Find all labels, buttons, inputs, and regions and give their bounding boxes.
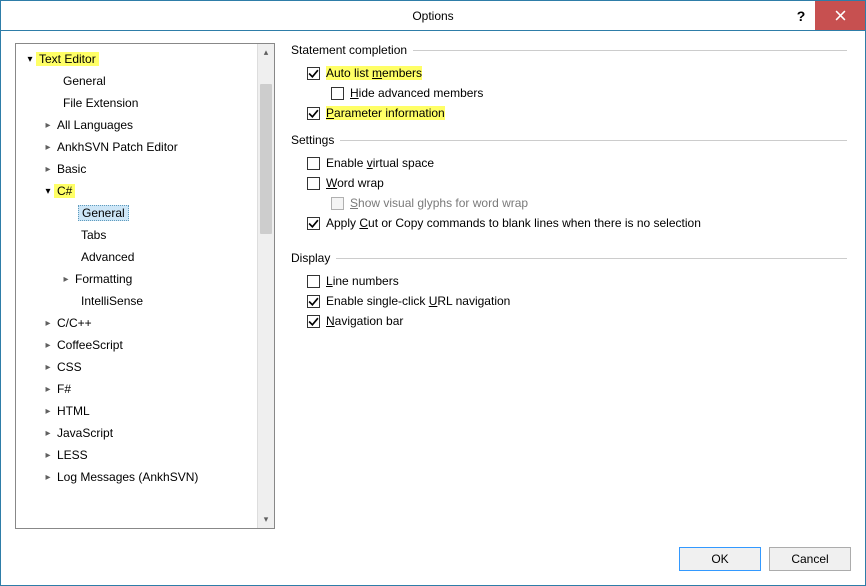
group-legend: Settings [289, 133, 340, 147]
tree-item-less[interactable]: ▸LESS [16, 444, 257, 466]
expand-icon[interactable]: ▸ [42, 384, 54, 395]
group-statement-completion: Statement completion Auto list members H… [289, 43, 847, 123]
tree-item-css[interactable]: ▸CSS [16, 356, 257, 378]
label-virtual-space[interactable]: Enable virtual space [326, 156, 434, 170]
window-title: Options [412, 9, 453, 23]
window-controls: ? [787, 1, 865, 30]
checkbox-visual-glyphs [331, 197, 344, 210]
tree-item-csharp-tabs[interactable]: Tabs [16, 224, 257, 246]
tree-item-csharp-general[interactable]: General [16, 202, 257, 224]
dialog-body: ▾ Text Editor General File Extension ▸Al… [1, 31, 865, 537]
category-tree: ▾ Text Editor General File Extension ▸Al… [15, 43, 275, 529]
expand-icon[interactable]: ▸ [42, 340, 54, 351]
options-dialog: Options ? ▾ Text Editor General File Ext… [0, 0, 866, 586]
group-legend: Display [289, 251, 336, 265]
group-settings: Settings Enable virtual space Word wrap … [289, 133, 847, 233]
tree-scrollbar[interactable]: ▴ ▾ [257, 44, 274, 528]
scroll-down-button[interactable]: ▾ [258, 511, 274, 528]
label-visual-glyphs: Show visual glyphs for word wrap [350, 196, 528, 210]
label-url-navigation[interactable]: Enable single-click URL navigation [326, 294, 510, 308]
checkbox-line-numbers[interactable] [307, 275, 320, 288]
tree-item-ankhsvn-patch[interactable]: ▸AnkhSVN Patch Editor [16, 136, 257, 158]
collapse-icon[interactable]: ▾ [24, 54, 36, 65]
tree-item-text-editor[interactable]: ▾ Text Editor [16, 48, 257, 70]
tree-item-fsharp[interactable]: ▸F# [16, 378, 257, 400]
expand-icon[interactable]: ▸ [42, 318, 54, 329]
checkbox-url-navigation[interactable] [307, 295, 320, 308]
checkbox-cut-copy-blank[interactable] [307, 217, 320, 230]
expand-icon[interactable]: ▸ [60, 274, 72, 285]
label-line-numbers[interactable]: Line numbers [326, 274, 399, 288]
tree-item-csharp[interactable]: ▾C# [16, 180, 257, 202]
expand-icon[interactable]: ▸ [42, 142, 54, 153]
cancel-button[interactable]: Cancel [769, 547, 851, 571]
tree-label: Text Editor [36, 52, 99, 66]
checkbox-hide-advanced[interactable] [331, 87, 344, 100]
tree-viewport: ▾ Text Editor General File Extension ▸Al… [16, 44, 257, 528]
tree-item-file-extension[interactable]: File Extension [16, 92, 257, 114]
label-cut-copy-blank[interactable]: Apply Cut or Copy commands to blank line… [326, 216, 701, 230]
checkbox-parameter-info[interactable] [307, 107, 320, 120]
tree-item-log-messages[interactable]: ▸Log Messages (AnkhSVN) [16, 466, 257, 488]
ok-button[interactable]: OK [679, 547, 761, 571]
tree-item-basic[interactable]: ▸Basic [16, 158, 257, 180]
checkbox-virtual-space[interactable] [307, 157, 320, 170]
label-auto-list-members[interactable]: Auto list members [326, 66, 422, 80]
expand-icon[interactable]: ▸ [42, 450, 54, 461]
checkbox-navigation-bar[interactable] [307, 315, 320, 328]
scroll-thumb[interactable] [260, 84, 272, 234]
help-button[interactable]: ? [787, 1, 815, 30]
titlebar: Options ? [1, 1, 865, 31]
tree-item-html[interactable]: ▸HTML [16, 400, 257, 422]
tree-item-coffeescript[interactable]: ▸CoffeeScript [16, 334, 257, 356]
collapse-icon[interactable]: ▾ [42, 186, 54, 197]
tree-item-csharp-advanced[interactable]: Advanced [16, 246, 257, 268]
label-navigation-bar[interactable]: Navigation bar [326, 314, 403, 328]
expand-icon[interactable]: ▸ [42, 120, 54, 131]
group-legend: Statement completion [289, 43, 413, 57]
close-icon [835, 10, 846, 21]
expand-icon[interactable]: ▸ [42, 428, 54, 439]
tree-item-csharp-formatting[interactable]: ▸Formatting [16, 268, 257, 290]
expand-icon[interactable]: ▸ [42, 362, 54, 373]
tree-item-cpp[interactable]: ▸C/C++ [16, 312, 257, 334]
scroll-up-button[interactable]: ▴ [258, 44, 274, 61]
tree-item-javascript[interactable]: ▸JavaScript [16, 422, 257, 444]
checkbox-word-wrap[interactable] [307, 177, 320, 190]
label-hide-advanced[interactable]: Hide advanced members [350, 86, 483, 100]
expand-icon[interactable]: ▸ [42, 472, 54, 483]
expand-icon[interactable]: ▸ [42, 406, 54, 417]
checkbox-auto-list-members[interactable] [307, 67, 320, 80]
tree-item-all-languages[interactable]: ▸All Languages [16, 114, 257, 136]
dialog-buttons: OK Cancel [1, 537, 865, 585]
tree-item-general[interactable]: General [16, 70, 257, 92]
tree-item-csharp-intellisense[interactable]: IntelliSense [16, 290, 257, 312]
label-word-wrap[interactable]: Word wrap [326, 176, 384, 190]
close-button[interactable] [815, 1, 865, 30]
settings-pane: Statement completion Auto list members H… [285, 43, 851, 529]
label-parameter-info[interactable]: Parameter information [326, 106, 445, 120]
expand-icon[interactable]: ▸ [42, 164, 54, 175]
group-display: Display Line numbers Enable single-click… [289, 251, 847, 331]
